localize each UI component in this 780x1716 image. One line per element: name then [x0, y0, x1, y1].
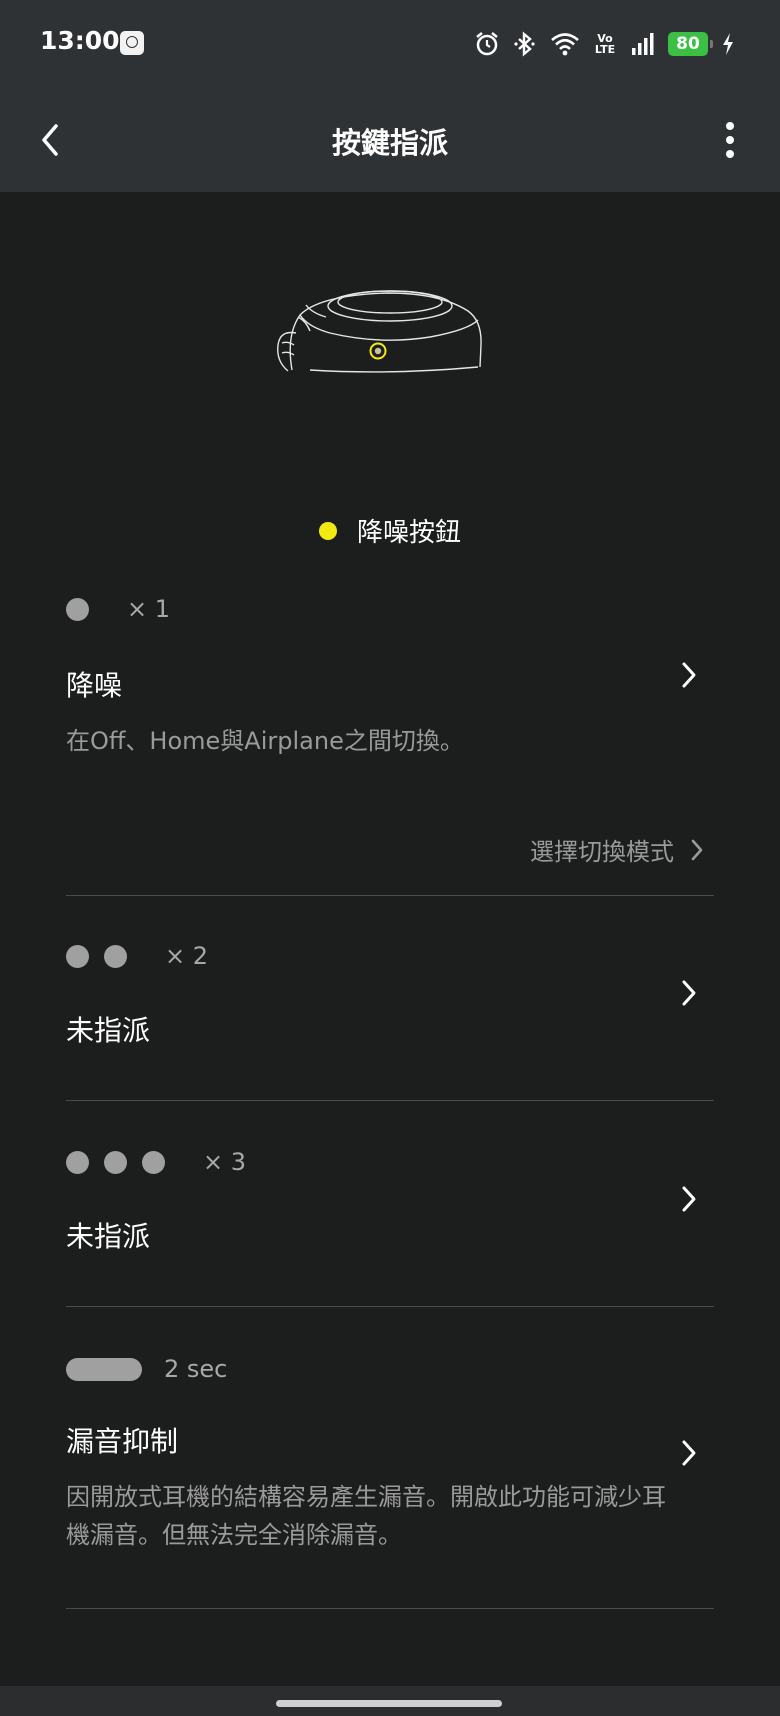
more-options-button[interactable] — [708, 116, 752, 164]
press-duration: 2 sec — [164, 1355, 228, 1383]
tap-dot — [66, 1150, 89, 1174]
assignment-title: 漏音抑制 — [66, 1425, 179, 1458]
app-notification-icon — [120, 31, 144, 55]
home-indicator[interactable] — [276, 1700, 502, 1707]
bluetooth-icon — [514, 31, 535, 57]
chevron-right-icon — [691, 839, 703, 860]
divider — [66, 1608, 714, 1609]
long-press-bar — [66, 1357, 142, 1381]
tap-dot — [104, 944, 127, 968]
press-count: × 3 — [203, 1148, 247, 1176]
divider — [66, 1100, 714, 1101]
tap-dot — [66, 597, 89, 621]
assignment-row-single-tap[interactable]: × 1 降噪 在Off、Home與Airplane之間切換。 選擇切換模式 — [66, 595, 714, 896]
chevron-right-icon — [674, 1438, 704, 1468]
assignment-description: 因開放式耳機的結構容易產生漏音。開啟此功能可減少耳機漏音。但無法完全消除漏音。 — [66, 1483, 666, 1549]
status-time: 13:00 — [40, 26, 120, 55]
button-label-row: 降噪按鈕 — [0, 512, 780, 549]
chevron-right-icon — [674, 1184, 704, 1214]
single-tap-icon: × 1 — [66, 595, 171, 623]
alarm-icon — [476, 32, 498, 56]
battery-icon: 80 — [668, 32, 713, 56]
assignment-row-triple-tap[interactable]: × 3 未指派 — [66, 1148, 714, 1299]
button-indicator-dot — [318, 521, 337, 540]
status-icons: Vo LTE 80 — [474, 24, 736, 64]
divider — [66, 895, 714, 896]
assignment-row-double-tap[interactable]: × 2 未指派 — [66, 942, 714, 1093]
select-toggle-mode-link[interactable]: 選擇切換模式 — [530, 832, 704, 867]
wifi-icon — [551, 33, 579, 56]
assignment-title: 未指派 — [66, 1220, 151, 1253]
assignment-description: 在Off、Home與Airplane之間切換。 — [66, 727, 464, 755]
app-bar: 按鍵指派 — [0, 90, 780, 192]
double-tap-icon: × 2 — [66, 942, 209, 970]
divider — [66, 1306, 714, 1307]
page-title: 按鍵指派 — [331, 126, 448, 160]
triple-tap-icon: × 3 — [66, 1148, 247, 1176]
button-name: 降噪按鈕 — [356, 518, 461, 548]
long-press-icon: 2 sec — [66, 1355, 228, 1383]
more-vert-icon — [726, 122, 734, 158]
signal-icon — [632, 33, 654, 55]
chevron-right-icon — [674, 660, 704, 690]
assignment-title: 降噪 — [66, 669, 123, 702]
tap-dot — [104, 1150, 127, 1174]
assignment-row-long-press[interactable]: 2 sec 漏音抑制 因開放式耳機的結構容易產生漏音。開啟此功能可減少耳機漏音。… — [66, 1355, 714, 1566]
select-toggle-mode-label: 選擇切換模式 — [530, 838, 674, 866]
tap-dot — [66, 944, 89, 968]
press-count: × 2 — [165, 942, 209, 970]
tap-dot — [142, 1150, 165, 1174]
chevron-right-icon — [674, 978, 704, 1008]
volte-icon: Vo LTE — [594, 32, 616, 56]
assignment-title: 未指派 — [66, 1014, 151, 1047]
charging-icon — [723, 33, 733, 55]
status-bar: 13:00 Vo LTE 80 — [0, 0, 780, 90]
press-count: × 1 — [127, 595, 171, 623]
earbud-illustration — [277, 290, 482, 373]
system-nav-bar — [0, 1686, 780, 1716]
